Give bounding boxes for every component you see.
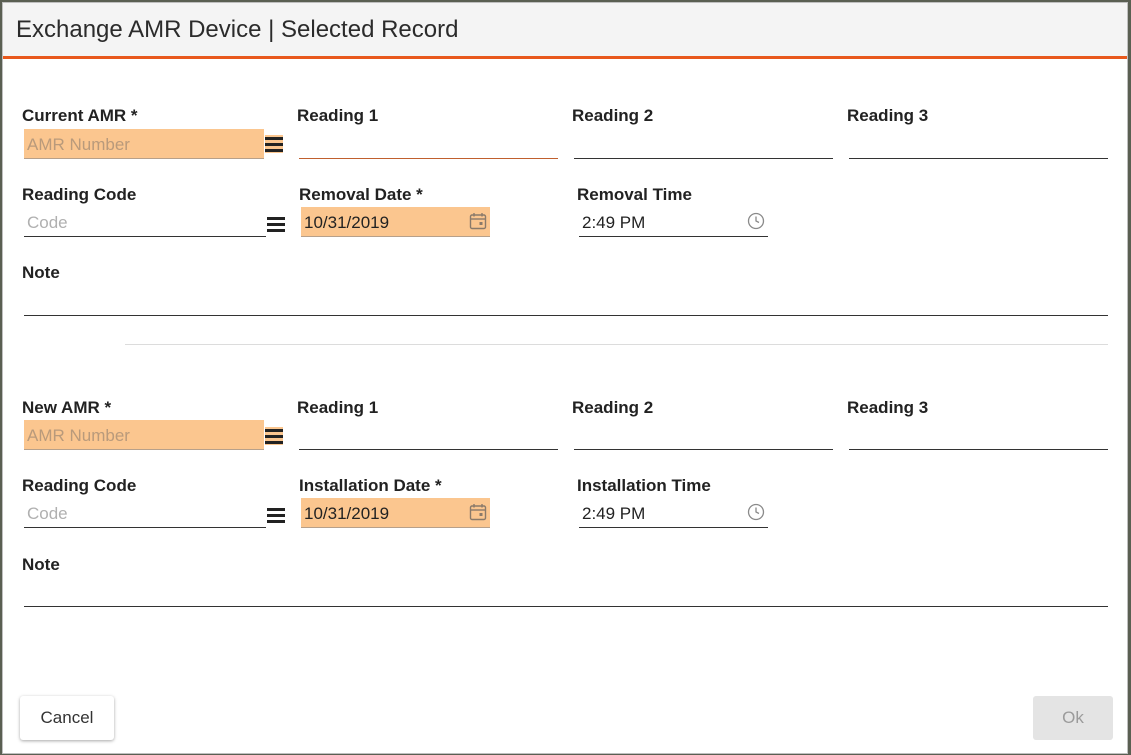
new-amr-placeholder: AMR Number	[27, 426, 130, 445]
current-reading1-input[interactable]	[299, 129, 558, 159]
new-reading2-input[interactable]	[574, 420, 833, 450]
new-amr-label: New AMR *	[22, 398, 112, 417]
removal-date-input[interactable]: 10/31/2019	[301, 207, 490, 237]
current-reading2-input[interactable]	[574, 129, 833, 159]
new-amr-input[interactable]: AMR Number	[24, 420, 264, 450]
clock-icon[interactable]	[747, 503, 765, 521]
installation-date-input[interactable]: 10/31/2019	[301, 498, 490, 528]
current-reading3-label: Reading 3	[847, 106, 929, 125]
removal-time-value: 2:49 PM	[582, 213, 646, 232]
removal-time-label: Removal Time	[577, 185, 692, 204]
current-amr-menu-icon[interactable]	[265, 135, 283, 153]
current-reading-code-label: Reading Code	[22, 185, 137, 204]
dialog-header: Exchange AMR Device | Selected Record	[3, 3, 1127, 59]
current-amr-placeholder: AMR Number	[27, 135, 130, 154]
installation-date-label: Installation Date *	[299, 476, 442, 495]
new-note-input[interactable]	[24, 577, 1108, 607]
new-reading1-input[interactable]	[299, 420, 558, 450]
new-reading1-label: Reading 1	[297, 398, 379, 417]
new-reading2-label: Reading 2	[572, 398, 654, 417]
new-reading-code-input[interactable]: Code	[24, 498, 266, 528]
new-reading3-input[interactable]	[849, 420, 1108, 450]
ok-button[interactable]: Ok	[1033, 696, 1113, 740]
new-reading-code-menu-icon[interactable]	[267, 506, 285, 524]
current-reading-code-menu-icon[interactable]	[267, 215, 285, 233]
section-divider	[125, 344, 1108, 345]
current-reading-code-input[interactable]: Code	[24, 207, 266, 237]
current-reading1-label: Reading 1	[297, 106, 379, 125]
dialog-title: Exchange AMR Device | Selected Record	[16, 16, 459, 43]
current-amr-label: Current AMR *	[22, 106, 138, 125]
clock-icon[interactable]	[747, 212, 765, 230]
current-reading3-input[interactable]	[849, 129, 1108, 159]
current-reading2-label: Reading 2	[572, 106, 654, 125]
installation-time-label: Installation Time	[577, 476, 711, 495]
new-reading-code-label: Reading Code	[22, 476, 137, 495]
removal-date-value: 10/31/2019	[304, 213, 390, 232]
installation-date-value: 10/31/2019	[304, 504, 390, 523]
new-note-label: Note	[22, 555, 60, 574]
current-amr-input[interactable]: AMR Number	[24, 129, 264, 159]
calendar-icon[interactable]	[469, 503, 487, 521]
new-reading-code-placeholder: Code	[27, 504, 68, 523]
new-reading3-label: Reading 3	[847, 398, 929, 417]
current-note-input[interactable]	[24, 286, 1108, 316]
exchange-amr-dialog: Exchange AMR Device | Selected Record Cu…	[2, 2, 1128, 754]
cancel-button[interactable]: Cancel	[20, 696, 114, 740]
new-amr-menu-icon[interactable]	[265, 427, 283, 445]
installation-time-input[interactable]: 2:49 PM	[579, 498, 768, 528]
removal-time-input[interactable]: 2:49 PM	[579, 207, 768, 237]
installation-time-value: 2:49 PM	[582, 504, 646, 523]
removal-date-label: Removal Date *	[299, 185, 423, 204]
current-reading-code-placeholder: Code	[27, 213, 68, 232]
current-note-label: Note	[22, 263, 60, 282]
calendar-icon[interactable]	[469, 212, 487, 230]
